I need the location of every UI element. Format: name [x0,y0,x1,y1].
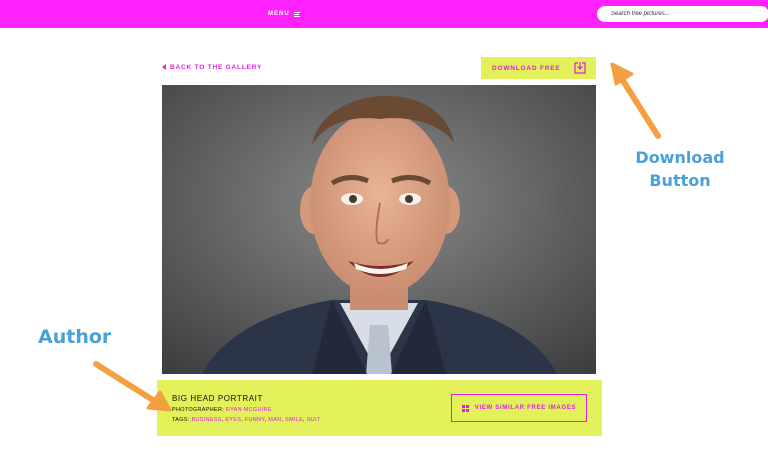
top-nav-bar: MENU [0,0,768,28]
download-button-annotation: Download Button [626,146,734,192]
author-annotation: Author [38,326,112,348]
search-input[interactable] [597,6,768,22]
tag-link[interactable]: SUIT [307,417,321,423]
photographer-line: PHOTOGRAPHER: RYAN MCGUIRE [172,407,272,413]
back-to-gallery-link[interactable]: BACK TO THE GALLERY [162,62,262,72]
arrow-annotation-author [93,361,172,412]
arrow-annotation-download [610,62,661,139]
menu-label: MENU [268,11,290,17]
photo-title: BIG HEAD PORTRAIT [172,394,263,403]
chevron-left-icon [162,64,166,70]
back-link-label: BACK TO THE GALLERY [170,63,263,71]
photographer-link[interactable]: RYAN MCGUIRE [226,407,272,413]
tags-line: TAGS: BUSINESS, EYES, FUNNY, MAN, SMILE,… [172,417,321,423]
annotation-text: Button [649,171,711,190]
grid-icon [461,404,469,412]
view-similar-button[interactable]: VIEW SIMILAR FREE IMAGES [451,394,587,422]
download-button[interactable]: DOWNLOAD FREE [481,57,596,79]
download-label: DOWNLOAD FREE [492,64,561,72]
portrait-photo-image [162,85,596,374]
tag-link[interactable]: FUNNY [245,417,265,423]
main-photo [162,85,596,374]
tag-link[interactable]: EYES [225,417,241,423]
menu-button[interactable]: MENU [268,9,300,19]
photo-info-panel: BIG HEAD PORTRAIT PHOTOGRAPHER: RYAN MCG… [157,380,602,436]
tag-link[interactable]: MAN [268,417,281,423]
tag-link[interactable]: SMILE [285,417,303,423]
download-icon [574,62,586,74]
annotation-text: Download [635,148,725,167]
view-similar-label: VIEW SIMILAR FREE IMAGES [474,405,577,411]
tag-link[interactable]: BUSINESS [191,417,221,423]
hamburger-icon [293,11,300,17]
